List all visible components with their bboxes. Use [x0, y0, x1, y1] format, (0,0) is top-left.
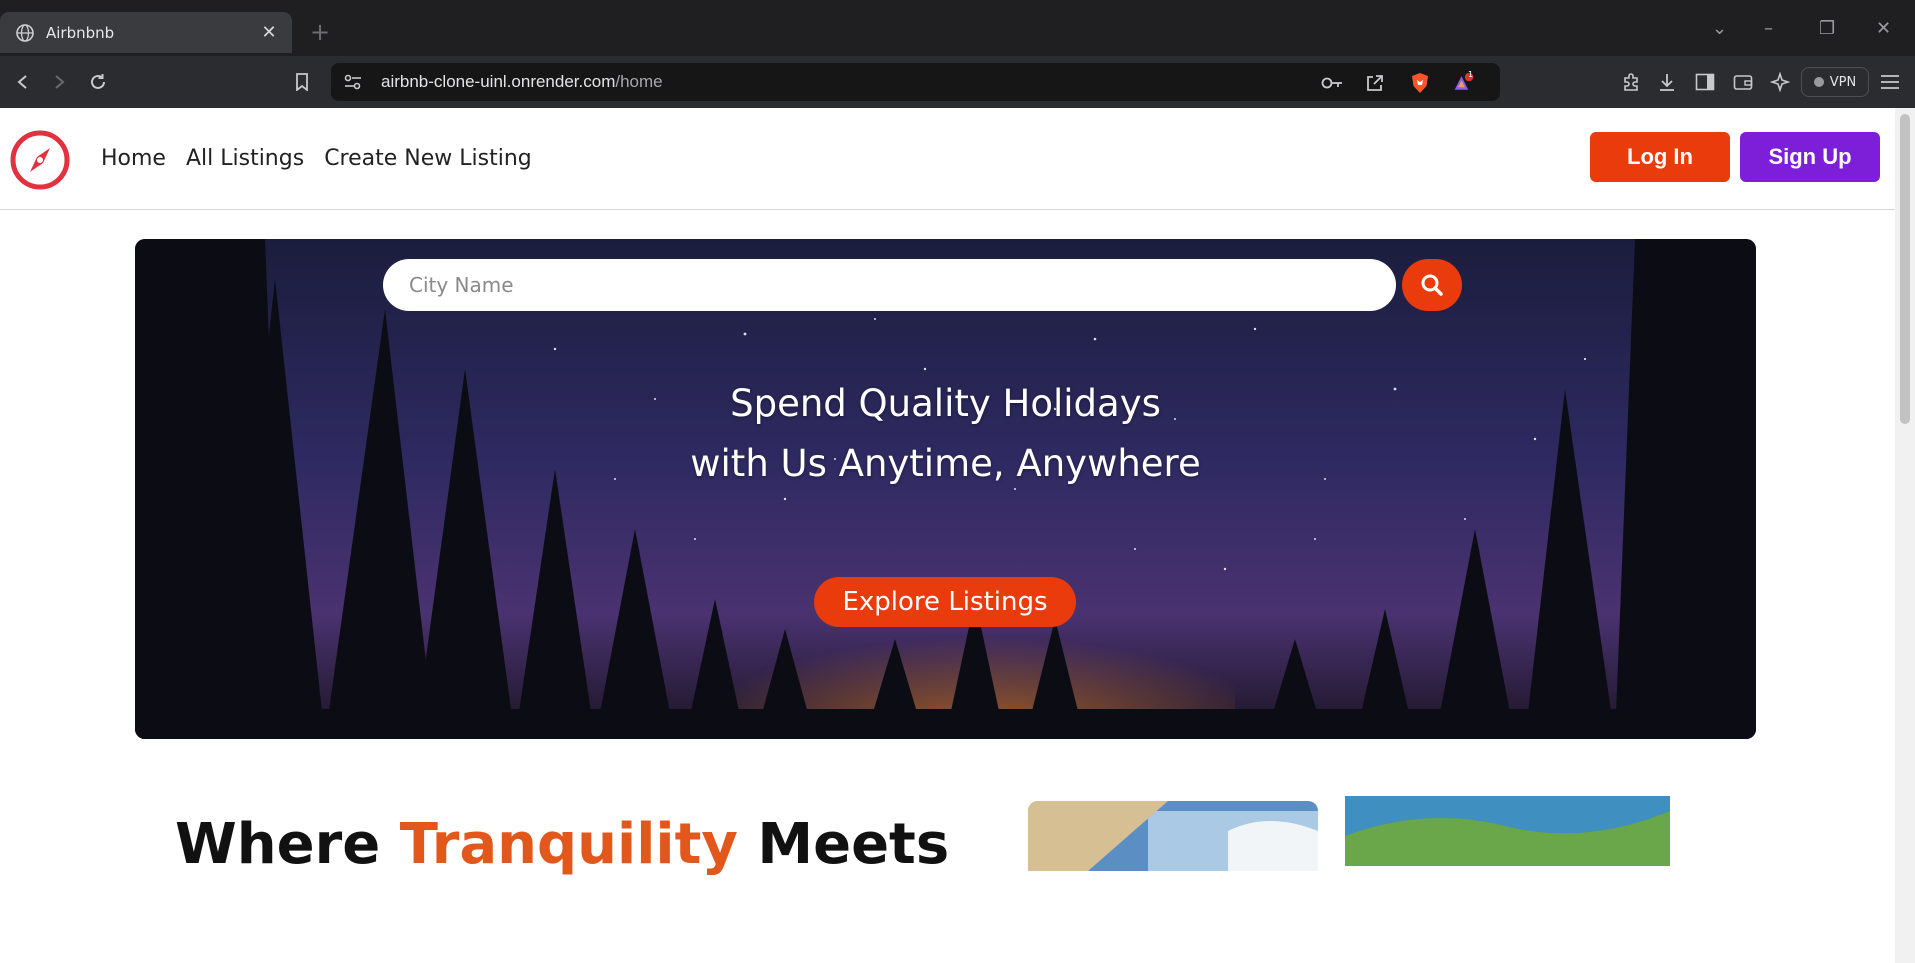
login-button[interactable]: Log In [1590, 132, 1730, 182]
page-scrollbar[interactable] [1895, 108, 1915, 963]
nav-create-listing-link[interactable]: Create New Listing [324, 146, 532, 171]
password-key-icon[interactable] [1321, 72, 1343, 94]
browser-tab[interactable]: Airbnbnb ✕ [0, 12, 292, 53]
reload-icon[interactable] [86, 70, 110, 94]
url-path: /home [615, 72, 663, 91]
bookmark-icon[interactable] [290, 70, 314, 94]
window-close-icon[interactable]: ✕ [1876, 18, 1891, 39]
search-button[interactable] [1402, 259, 1462, 311]
web-page: Home All Listings Create New Listing Log… [0, 108, 1895, 963]
signup-button[interactable]: Sign Up [1740, 132, 1880, 182]
share-icon[interactable] [1364, 72, 1386, 94]
wallet-icon[interactable] [1731, 70, 1755, 94]
url-domain: airbnb-clone-uinl.onrender.com [381, 72, 616, 91]
tagline-start: Where [175, 812, 400, 877]
rewards-badge: 1 [1468, 70, 1474, 79]
url-text: airbnb-clone-uinl.onrender.com/home [381, 72, 663, 92]
nav-all-listings-link[interactable]: All Listings [186, 146, 304, 171]
sidebar-icon[interactable] [1693, 70, 1717, 94]
globe-icon [16, 23, 34, 42]
forward-icon[interactable] [47, 70, 71, 94]
download-icon[interactable] [1655, 70, 1679, 94]
compass-logo-icon[interactable] [10, 130, 70, 190]
vpn-label: VPN [1829, 74, 1857, 90]
tab-title: Airbnbnb [46, 23, 115, 42]
new-tab-icon[interactable]: + [310, 18, 330, 46]
back-icon[interactable] [11, 70, 35, 94]
leo-ai-icon[interactable] [1768, 70, 1792, 94]
scrollbar-thumb[interactable] [1900, 114, 1910, 424]
hero-headline-line2: with Us Anytime, Anywhere [690, 442, 1201, 485]
tab-close-icon[interactable]: ✕ [258, 22, 280, 43]
hero-headline: Spend Quality Holidays with Us Anytime, … [135, 374, 1756, 494]
vpn-button[interactable]: VPN [1801, 67, 1869, 97]
site-navbar: Home All Listings Create New Listing Log… [0, 108, 1895, 210]
browser-toolbar: airbnb-clone-uinl.onrender.com/home 1 VP… [0, 56, 1915, 108]
hero-banner: Spend Quality Holidays with Us Anytime, … [135, 239, 1756, 739]
vpn-status-icon [1813, 77, 1824, 87]
hero-headline-line1: Spend Quality Holidays [730, 382, 1161, 425]
tagline-end: Meets [737, 812, 950, 877]
search-icon [1421, 274, 1443, 296]
explore-listings-button[interactable]: Explore Listings [814, 577, 1076, 627]
tagline-accent: Tranquility [399, 812, 738, 877]
feature-image-green-hills [1345, 796, 1670, 866]
menu-icon[interactable] [1878, 70, 1902, 94]
minimize-icon[interactable]: – [1764, 18, 1773, 39]
feature-image-beach-umbrella [1028, 801, 1318, 871]
section-heading: Where Tranquility Meets [175, 812, 949, 877]
site-settings-icon[interactable] [343, 72, 363, 92]
restore-icon[interactable]: ❐ [1819, 18, 1835, 39]
tab-list-chevron-icon[interactable]: ⌄ [1712, 18, 1727, 39]
nav-home-link[interactable]: Home [101, 146, 166, 171]
extensions-icon[interactable] [1619, 70, 1643, 94]
address-bar[interactable]: airbnb-clone-uinl.onrender.com/home 1 [331, 63, 1500, 101]
city-search-input[interactable] [383, 259, 1396, 311]
nav-links: Home All Listings Create New Listing [101, 146, 532, 171]
brave-shields-icon[interactable] [1409, 72, 1431, 94]
brave-rewards-icon[interactable]: 1 [1453, 70, 1475, 94]
browser-tab-bar: Airbnbnb ✕ + ⌄ – ❐ ✕ [0, 0, 1915, 56]
